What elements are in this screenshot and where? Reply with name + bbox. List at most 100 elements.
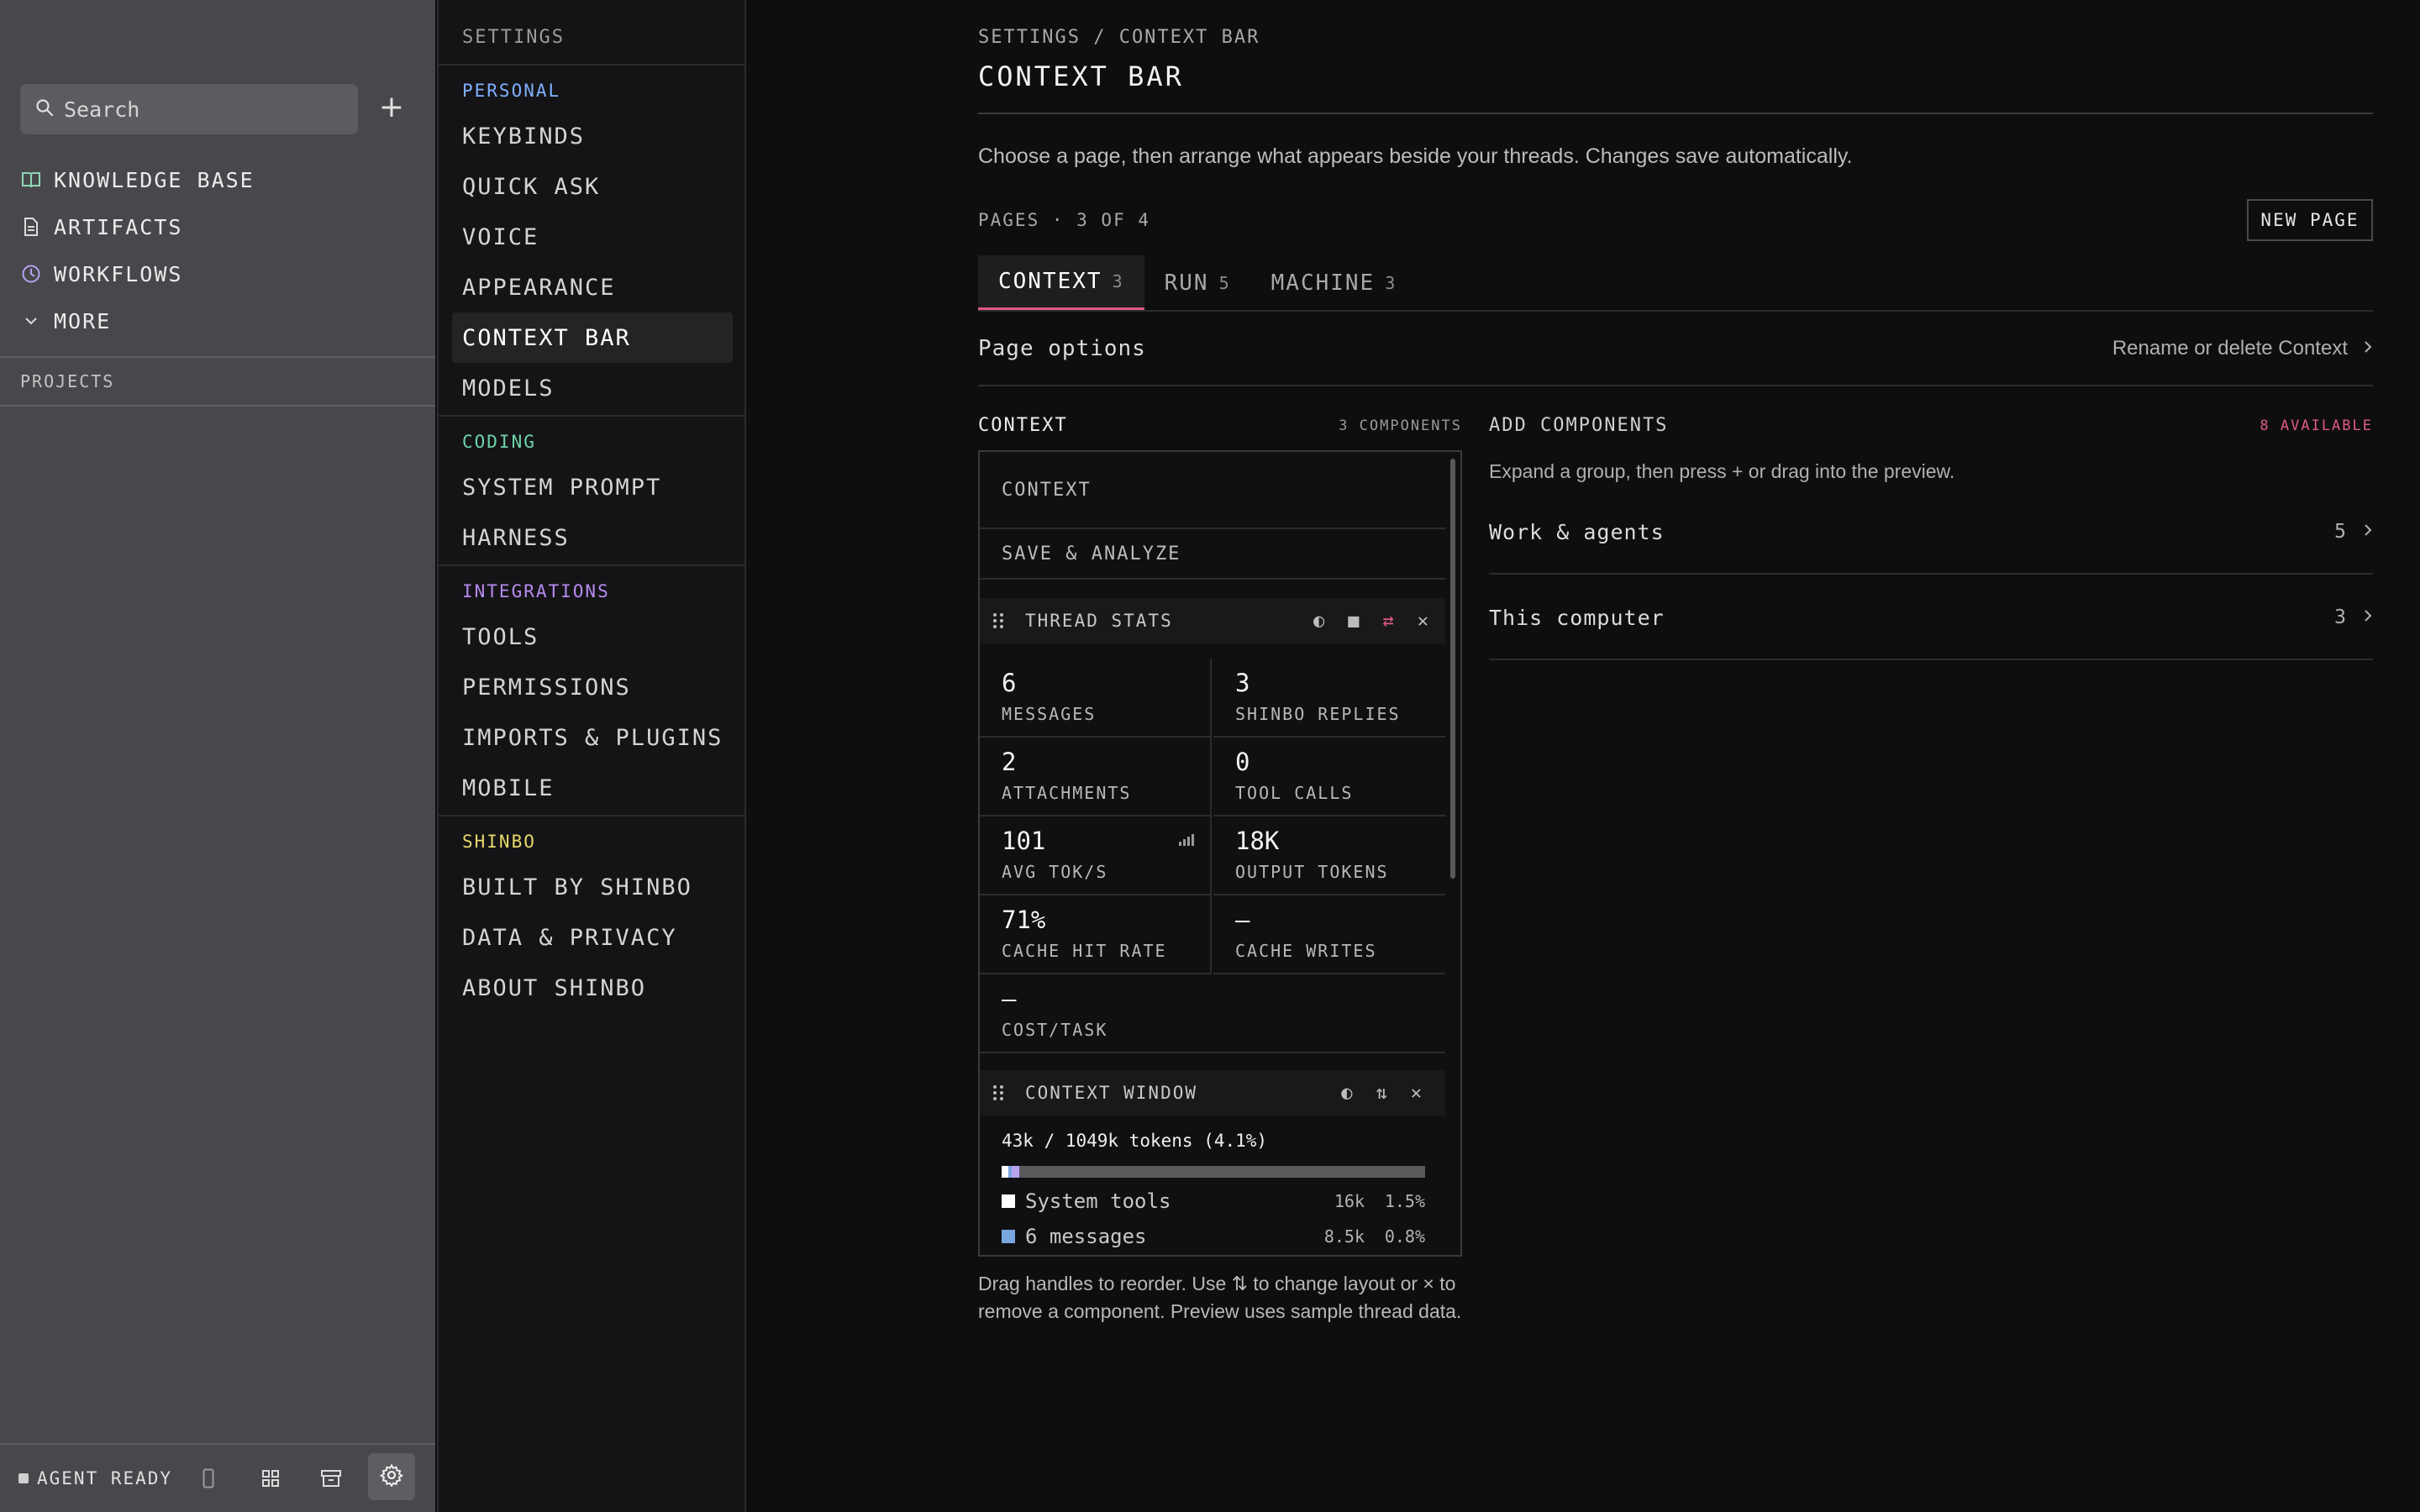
settings-item-mobile[interactable]: MOBILE	[452, 763, 733, 813]
add-components-description: Expand a group, then press + or drag int…	[1489, 460, 1955, 482]
preview-section-save-analyze: SAVE & ANALYZE	[980, 529, 1445, 580]
square-icon[interactable]: ■	[1348, 611, 1360, 632]
rename-label: Rename or delete Context	[2112, 337, 2348, 360]
tab-label: CONTEXT	[998, 269, 1102, 294]
stat-cache-hit-rate: 71% CACHE HIT RATE	[980, 895, 1212, 974]
rename-delete-link[interactable]: Rename or delete Context	[2112, 337, 2373, 360]
archive-icon[interactable]	[314, 1462, 348, 1495]
page-options-row[interactable]: Page options Rename or delete Context	[978, 312, 2373, 386]
stat-output-tokens: 18K OUTPUT TOKENS	[1213, 816, 1445, 895]
stat-attachments: 2 ATTACHMENTS	[980, 738, 1212, 816]
settings-item-built-by-shinbo[interactable]: BUILT BY SHINBO	[452, 862, 733, 912]
close-icon[interactable]: ✕	[1411, 1083, 1423, 1104]
stat-label: CACHE HIT RATE	[1002, 941, 1167, 961]
agent-status-text: AGENT READY	[37, 1468, 173, 1488]
settings-nav-title: SETTINGS	[462, 27, 565, 48]
stat-label: CACHE WRITES	[1235, 941, 1377, 961]
stat-tool-calls: 0 TOOL CALLS	[1213, 738, 1445, 816]
settings-item-models[interactable]: MODELS	[452, 363, 733, 413]
usage-segment-other	[1011, 1166, 1019, 1178]
thread-stats-header: THREAD STATS ◐ ■ ⇄ ✕	[980, 598, 1445, 643]
contrast-icon[interactable]: ◐	[1313, 611, 1326, 632]
drag-handle-icon[interactable]	[992, 612, 1008, 630]
settings-button[interactable]	[368, 1453, 415, 1500]
settings-nav: SETTINGS PERSONAL KEYBINDS QUICK ASK VOI…	[437, 0, 746, 1512]
nav-item-label: KNOWLEDGE BASE	[54, 167, 255, 192]
stat-label: COST/TASK	[1002, 1020, 1108, 1040]
page-title: CONTEXT BAR	[978, 60, 1184, 92]
page-tabs: CONTEXT 3 RUN 5 MACHINE 3	[978, 255, 1417, 311]
projects-label: PROJECTS	[20, 371, 115, 391]
left-sidebar: + KNOWLEDGE BASE ARTIFACTS WORKFLOWS MOR…	[0, 0, 435, 1512]
preview-section-context: CONTEXT	[980, 452, 1445, 529]
drag-handle-icon[interactable]	[992, 1084, 1008, 1102]
stat-cost-task: — COST/TASK	[980, 974, 1445, 1053]
settings-item-data-privacy[interactable]: DATA & PRIVACY	[452, 912, 733, 963]
settings-item-about-shinbo[interactable]: ABOUT SHINBO	[452, 963, 733, 1013]
new-page-button[interactable]: NEW PAGE	[2247, 199, 2373, 241]
settings-item-system-prompt[interactable]: SYSTEM PROMPT	[452, 462, 733, 512]
nav-item-more[interactable]: MORE	[20, 302, 111, 339]
context-row-system-tools: System tools 16k 1.5%	[1002, 1189, 1425, 1213]
swatch	[1002, 1230, 1015, 1243]
tab-machine[interactable]: MACHINE 3	[1251, 255, 1418, 311]
chevron-right-icon	[2363, 337, 2373, 360]
settings-item-permissions[interactable]: PERMISSIONS	[452, 662, 733, 712]
settings-item-voice[interactable]: VOICE	[452, 212, 733, 262]
stat-value: —	[1235, 906, 1250, 934]
bar-chart-icon	[1178, 833, 1195, 849]
settings-item-context-bar[interactable]: CONTEXT BAR	[452, 312, 733, 363]
available-count: 8 AVAILABLE	[2260, 417, 2373, 434]
tab-count: 3	[1385, 273, 1397, 293]
settings-item-appearance[interactable]: APPEARANCE	[452, 262, 733, 312]
nav-item-workflows[interactable]: WORKFLOWS	[20, 255, 182, 292]
nav-item-label: MORE	[54, 308, 112, 333]
nav-item-label: ARTIFACTS	[54, 214, 183, 239]
context-row-tokens: 8.5k	[1323, 1226, 1365, 1247]
stat-avg-tok-s: 101 AVG TOK/S	[980, 816, 1212, 895]
section-shinbo: SHINBO	[462, 832, 536, 852]
contrast-icon[interactable]: ◐	[1341, 1083, 1354, 1104]
tab-run[interactable]: RUN 5	[1144, 255, 1251, 311]
stat-label: TOOL CALLS	[1235, 783, 1354, 803]
preview-panel[interactable]: CONTEXT SAVE & ANALYZE THREAD STATS ◐ ■ …	[978, 450, 1462, 1257]
preview-scrollbar[interactable]	[1450, 459, 1455, 879]
settings-item-harness[interactable]: HARNESS	[452, 512, 733, 563]
chevron-right-icon	[2363, 521, 2373, 543]
settings-item-quick-ask[interactable]: QUICK ASK	[452, 161, 733, 212]
chevron-right-icon	[2363, 606, 2373, 628]
search-input[interactable]	[64, 97, 333, 122]
stat-value: 0	[1235, 748, 1250, 776]
context-row-pct: 1.5%	[1384, 1191, 1425, 1211]
stat-value: 71%	[1002, 906, 1046, 934]
search-icon	[35, 98, 54, 120]
tab-count: 5	[1218, 273, 1231, 293]
settings-item-imports-plugins[interactable]: IMPORTS & PLUGINS	[452, 712, 733, 763]
preview-count: 3 COMPONENTS	[1339, 417, 1462, 434]
search-box[interactable]	[20, 84, 358, 134]
close-icon[interactable]: ✕	[1418, 611, 1430, 632]
preview-header: CONTEXT 3 COMPONENTS	[978, 415, 1462, 436]
grid-icon[interactable]	[254, 1462, 287, 1495]
add-button[interactable]: +	[376, 92, 407, 124]
stat-label: MESSAGES	[1002, 704, 1097, 724]
document-icon	[20, 217, 42, 237]
group-count: 5	[2334, 521, 2346, 543]
stat-label: SHINBO REPLIES	[1235, 704, 1401, 724]
usage-segment-system-tools	[1002, 1166, 1008, 1178]
settings-item-tools[interactable]: TOOLS	[452, 612, 733, 662]
tab-context[interactable]: CONTEXT 3	[978, 255, 1144, 311]
gear-icon	[379, 1463, 404, 1490]
nav-item-knowledge-base[interactable]: KNOWLEDGE BASE	[20, 161, 255, 198]
settings-item-keybinds[interactable]: KEYBINDS	[452, 111, 733, 161]
layout-toggle-icon[interactable]: ⇅	[1376, 1083, 1389, 1104]
group-work-agents[interactable]: Work & agents 5	[1489, 491, 2373, 575]
context-usage-bar	[1002, 1166, 1425, 1178]
divider	[439, 815, 744, 816]
phone-icon[interactable]	[192, 1462, 225, 1495]
group-this-computer[interactable]: This computer 3	[1489, 576, 2373, 660]
swap-icon[interactable]: ⇄	[1383, 611, 1396, 632]
group-name: This computer	[1489, 605, 1665, 630]
bottom-bar: AGENT READY	[0, 1443, 435, 1512]
nav-item-artifacts[interactable]: ARTIFACTS	[20, 208, 182, 245]
